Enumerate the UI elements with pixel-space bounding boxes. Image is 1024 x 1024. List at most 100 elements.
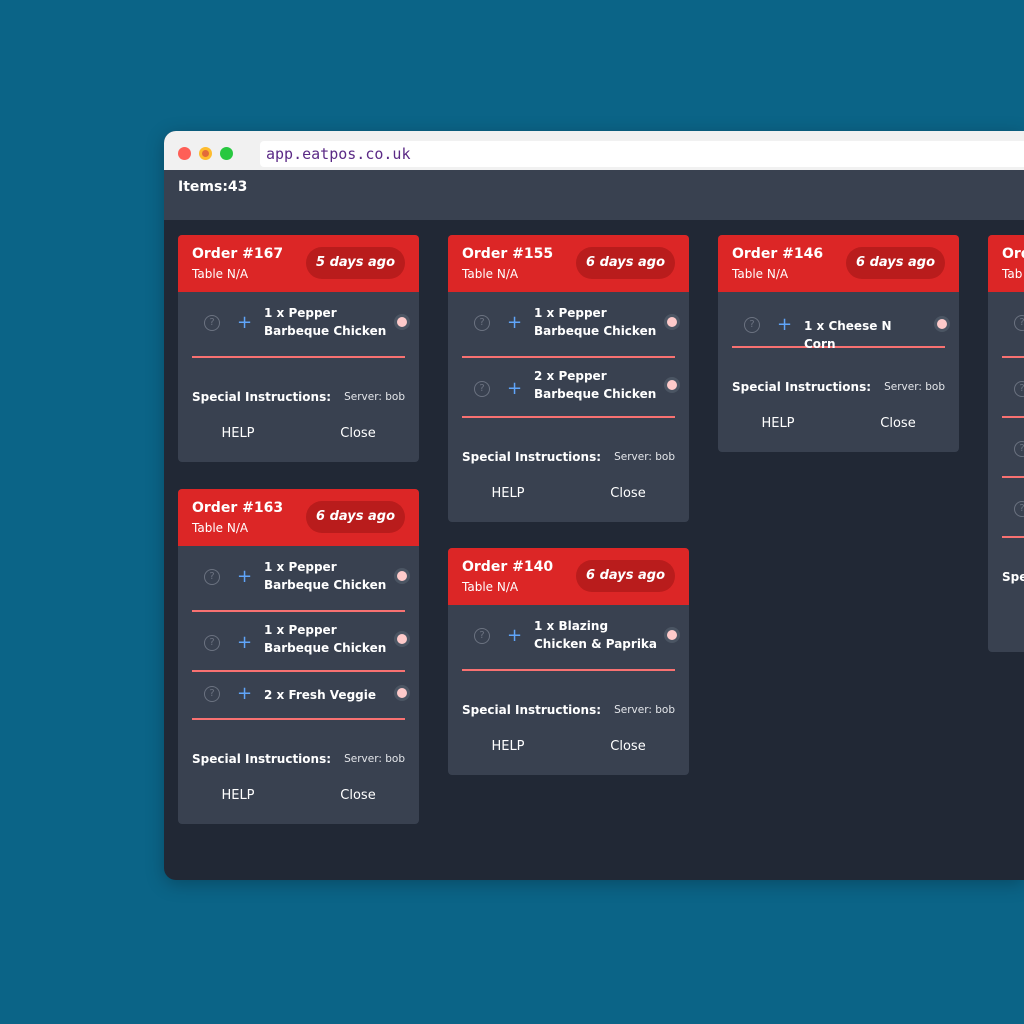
order-number: Order #155 <box>462 246 554 262</box>
order-actions: HELP Close <box>178 772 419 824</box>
status-dot-icon[interactable] <box>664 314 680 330</box>
status-dot-icon[interactable] <box>394 568 410 584</box>
status-dot-icon[interactable] <box>664 377 680 393</box>
order-number: Ord <box>1002 246 1024 262</box>
order-age-badge: 6 days ago <box>846 247 945 279</box>
close-order-button[interactable]: Close <box>298 788 418 803</box>
order-item[interactable]: ? + 2 x Fresh Veggie <box>192 672 410 720</box>
status-dot-icon[interactable] <box>394 631 410 647</box>
plus-icon[interactable]: + <box>237 314 252 332</box>
order-item[interactable]: ? + 1 x Pepper Barbeque Chicken <box>192 612 410 672</box>
order-item-label: 1 x Blazing Chicken & Paprika <box>534 619 658 651</box>
order-actions: HELP Close <box>448 723 689 775</box>
status-dot-icon[interactable] <box>394 314 410 330</box>
question-circle-icon[interactable]: ? <box>1014 381 1024 397</box>
order-item[interactable]: ? + 1 x Blazing Chicken & Paprika <box>462 605 680 671</box>
maximize-window-icon[interactable] <box>220 147 233 160</box>
question-circle-icon[interactable]: ? <box>204 315 220 331</box>
server-name: Server: bob <box>614 451 675 463</box>
order-number: Order #146 <box>732 246 824 262</box>
order-table: Table N/A <box>192 521 249 535</box>
special-instructions-row: Spe <box>988 538 1024 590</box>
orders-board: Order #167 Table N/A 5 days ago ? + 1 x … <box>164 220 1024 880</box>
close-order-button[interactable]: Close <box>298 426 418 441</box>
special-instructions-row: Special Instructions: Server: bob <box>178 720 419 772</box>
order-card: Order #167 Table N/A 5 days ago ? + 1 x … <box>178 235 419 462</box>
server-name: Server: bob <box>884 381 945 393</box>
minimize-window-icon[interactable] <box>199 147 212 160</box>
help-button[interactable]: HELP <box>718 416 838 431</box>
help-button[interactable]: HELP <box>448 486 568 501</box>
question-circle-icon[interactable]: ? <box>204 569 220 585</box>
server-name: Server: bob <box>344 753 405 765</box>
status-dot-icon[interactable] <box>664 627 680 643</box>
question-circle-icon[interactable]: ? <box>1014 441 1024 457</box>
order-card-partial: Ord Tab ? + ? + ? + ? + <box>988 235 1024 652</box>
special-instructions-label: Special Instructions: <box>462 450 602 464</box>
plus-icon[interactable]: + <box>237 634 252 652</box>
order-item[interactable]: ? + <box>1002 358 1024 418</box>
order-item[interactable]: ? + 1 x Pepper Barbeque Chicken <box>462 292 680 358</box>
order-item-label: 1 x Pepper Barbeque Chicken <box>264 623 387 655</box>
close-window-icon[interactable] <box>178 147 191 160</box>
question-circle-icon[interactable]: ? <box>1014 315 1024 331</box>
status-dot-icon[interactable] <box>934 316 950 332</box>
special-instructions-label: Special Instructions: <box>732 380 872 394</box>
order-table: Table N/A <box>192 267 249 281</box>
address-bar[interactable]: app.eatpos.co.uk <box>260 141 1024 167</box>
order-item[interactable]: ? + 1 x Cheese N Corn <box>732 292 950 351</box>
order-items: ? + 1 x Pepper Barbeque Chicken <box>178 292 419 358</box>
order-item[interactable]: ? + 1 x Pepper Barbeque Chicken <box>192 292 410 358</box>
plus-icon[interactable]: + <box>237 685 252 703</box>
order-actions: HELP Close <box>448 470 689 522</box>
app-header: Items:43 <box>164 170 1024 220</box>
order-card: Order #163 Table N/A 6 days ago ? + 1 x … <box>178 489 419 824</box>
status-dot-icon[interactable] <box>394 685 410 701</box>
plus-icon[interactable]: + <box>507 380 522 398</box>
question-circle-icon[interactable]: ? <box>204 635 220 651</box>
question-circle-icon[interactable]: ? <box>474 315 490 331</box>
question-circle-icon[interactable]: ? <box>1014 501 1024 517</box>
question-circle-icon[interactable]: ? <box>744 317 760 333</box>
close-order-button[interactable]: Close <box>568 486 688 501</box>
plus-icon[interactable]: + <box>237 568 252 586</box>
close-order-button[interactable]: Close <box>838 416 958 431</box>
question-circle-icon[interactable]: ? <box>474 381 490 397</box>
order-number: Order #163 <box>192 500 284 516</box>
order-table: Table N/A <box>462 580 519 594</box>
plus-icon[interactable]: + <box>507 627 522 645</box>
special-instructions-label: Special Instructions: <box>192 752 332 766</box>
order-item[interactable]: ? + <box>1002 292 1024 358</box>
order-item[interactable]: ? + <box>1002 478 1024 538</box>
order-item-label: 1 x Pepper Barbeque Chicken <box>264 560 387 592</box>
plus-icon[interactable]: + <box>777 316 792 334</box>
order-item[interactable]: ? + 2 x Pepper Barbeque Chicken <box>462 358 680 418</box>
help-button[interactable]: HELP <box>448 739 568 754</box>
special-instructions-label: Spe <box>1002 570 1024 584</box>
plus-icon[interactable]: + <box>507 314 522 332</box>
order-age-badge: 5 days ago <box>306 247 405 279</box>
server-name: Server: bob <box>614 704 675 716</box>
special-instructions-row: Special Instructions: Server: bob <box>448 671 689 723</box>
question-circle-icon[interactable]: ? <box>204 686 220 702</box>
order-header: Order #146 Table N/A 6 days ago <box>718 235 959 292</box>
order-age-badge: 6 days ago <box>306 501 405 533</box>
server-name: Server: bob <box>344 391 405 403</box>
order-card: Order #155 Table N/A 6 days ago ? + 1 x … <box>448 235 689 522</box>
order-number: Order #140 <box>462 559 554 575</box>
order-item[interactable]: ? + 1 x Pepper Barbeque Chicken <box>192 546 410 612</box>
browser-window: app.eatpos.co.uk Items:43 Order #167 Tab… <box>164 131 1024 880</box>
order-items: ? + ? + ? + ? + <box>988 292 1024 538</box>
help-button[interactable]: HELP <box>178 426 298 441</box>
order-actions: HELP Close <box>718 400 959 452</box>
help-button[interactable]: HELP <box>178 788 298 803</box>
special-instructions-row: Special Instructions: Server: bob <box>448 418 689 470</box>
close-order-button[interactable]: Close <box>568 739 688 754</box>
question-circle-icon[interactable]: ? <box>474 628 490 644</box>
special-instructions-row: Special Instructions: Server: bob <box>718 348 959 400</box>
order-items: ? + 1 x Pepper Barbeque Chicken ? + 2 x … <box>448 292 689 418</box>
order-age-badge: 6 days ago <box>576 247 675 279</box>
order-card: Order #146 Table N/A 6 days ago ? + 1 x … <box>718 235 959 452</box>
order-item[interactable]: ? + <box>1002 418 1024 478</box>
order-items: ? + 1 x Pepper Barbeque Chicken ? + 1 x … <box>178 546 419 720</box>
